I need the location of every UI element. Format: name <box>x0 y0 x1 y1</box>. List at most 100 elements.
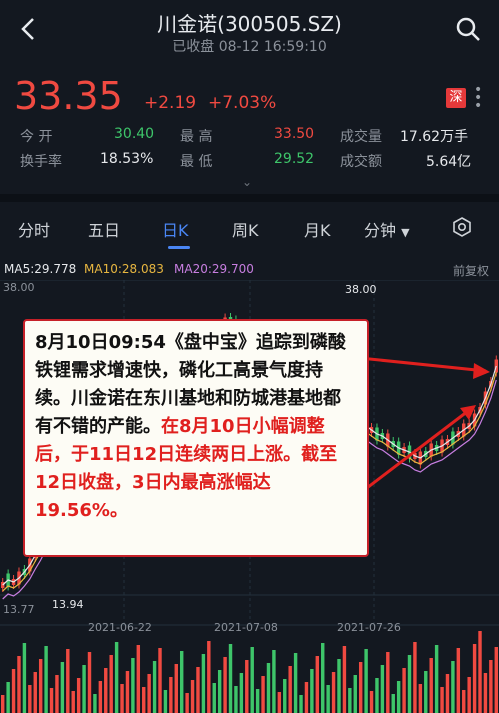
volume-bar <box>321 643 325 713</box>
volume-bar <box>467 677 471 713</box>
volume-bar <box>337 659 341 713</box>
date-label: 2021-07-26 <box>337 621 401 634</box>
tab-weekly-k[interactable]: 周K <box>232 217 259 241</box>
peak-price-label: 38.00 <box>345 283 377 296</box>
volume-bar <box>342 646 347 713</box>
volume-bar <box>315 656 320 713</box>
volume-bar <box>179 651 184 713</box>
volume-bar <box>60 662 65 713</box>
market-status: 已收盘 08-12 16:59:10 <box>172 39 327 55</box>
ma10-legend: MA10:28.083 <box>84 262 164 276</box>
tab-intraday[interactable]: 分时 <box>18 217 50 241</box>
date-label: 2021-07-08 <box>214 621 278 634</box>
volume-bar <box>299 695 303 713</box>
volume-label: 成交量 <box>340 129 382 145</box>
volume-bar <box>396 681 401 713</box>
volume-bar <box>44 646 48 713</box>
high-value: 33.50 <box>274 126 315 142</box>
ma20-legend: MA20:29.700 <box>174 262 254 276</box>
adjust-mode[interactable]: 前复权 <box>453 262 489 279</box>
volume-bar <box>402 668 406 713</box>
volume-bar <box>169 677 173 713</box>
volume-bar <box>109 655 113 713</box>
low-point-label: 13.94 <box>52 598 84 611</box>
settings-icon[interactable] <box>452 217 472 237</box>
volume-bar <box>163 690 168 713</box>
volume-bar <box>472 644 477 713</box>
volume-bar <box>76 678 81 713</box>
volume-bar <box>304 682 309 713</box>
price-change-percent: +7.03% <box>208 93 277 113</box>
volume-bar <box>386 652 390 713</box>
volume-bar <box>277 692 282 713</box>
volume-bar <box>239 673 244 713</box>
volume-bar <box>440 687 444 713</box>
volume-bar <box>483 673 488 713</box>
expand-chevron-icon[interactable]: ⌄ <box>242 175 252 189</box>
axis-top-price: 38.00 <box>3 281 35 294</box>
volume-bar <box>93 694 97 713</box>
volume-bar <box>445 674 450 713</box>
volume-bar <box>66 649 70 713</box>
tab-monthly-k[interactable]: 月K <box>304 217 331 241</box>
chart-tabs: 分时 五日 日K 周K 月K 分钟 ▼ <box>0 205 499 251</box>
volume-bar <box>82 665 86 713</box>
volume-bar <box>33 672 37 713</box>
volume-bar <box>369 691 374 713</box>
volume-bar <box>348 688 352 713</box>
volume-bar <box>114 642 119 713</box>
volume-bar <box>353 675 357 713</box>
volume-bar <box>174 664 178 713</box>
volume-bar <box>456 648 461 713</box>
volume-bar <box>293 653 298 713</box>
exchange-badge: 深 <box>446 88 466 108</box>
volume-bar <box>1 695 5 713</box>
active-tab-indicator <box>168 246 190 249</box>
date-label: 2021-06-22 <box>88 621 152 634</box>
volume-bar <box>28 685 32 713</box>
search-icon[interactable] <box>453 14 483 44</box>
low-value: 29.52 <box>274 151 315 167</box>
volume-bar <box>494 647 498 713</box>
volume-bar <box>250 647 254 713</box>
volume-bar <box>98 681 103 713</box>
volume-bars <box>1 631 498 713</box>
volume-bar <box>201 654 206 713</box>
volume-bar <box>413 642 417 713</box>
volume-bar <box>22 643 27 713</box>
volume-bar <box>71 691 75 713</box>
price-change: +2.19 <box>144 93 197 113</box>
volume-bar <box>55 675 59 713</box>
volume-bar <box>87 652 92 713</box>
volume-bar <box>418 684 423 713</box>
volume-bar <box>223 657 227 713</box>
volume-value: 17.62万手 <box>400 129 469 145</box>
volume-bar <box>131 658 135 713</box>
volume-bar <box>283 679 287 713</box>
volume-bar <box>38 659 43 713</box>
volume-bar <box>152 661 157 713</box>
volume-bar <box>424 671 428 713</box>
tab-daily-k[interactable]: 日K <box>162 217 189 241</box>
header: 川金诺(300505.SZ) 已收盘 08-12 16:59:10 <box>0 0 499 60</box>
volume-bar <box>190 680 195 713</box>
more-icon[interactable]: • • • <box>474 83 482 113</box>
turnover-label: 换手率 <box>20 154 62 170</box>
turnover-value: 18.53% <box>100 151 154 167</box>
volume-bar <box>478 631 482 713</box>
volume-bar <box>434 645 439 713</box>
amount-value: 5.64亿 <box>426 154 472 170</box>
open-value: 30.40 <box>114 126 155 142</box>
volume-bar <box>266 663 271 713</box>
annotation-callout: 8月10日09:54《盘中宝》追踪到磷酸铁锂需求增速快，磷化工高景气度持续。川金… <box>23 319 369 557</box>
tab-five-day[interactable]: 五日 <box>88 217 120 241</box>
tab-minute[interactable]: 分钟 ▼ <box>364 217 410 241</box>
volume-bar <box>17 656 21 713</box>
volume-bar <box>462 690 466 713</box>
axis-low-price: 13.77 <box>3 603 35 616</box>
volume-bar <box>451 661 455 713</box>
volume-bar <box>212 683 216 713</box>
volume-bar <box>142 687 146 713</box>
volume-bar <box>255 689 260 713</box>
volume-bar <box>310 669 314 713</box>
